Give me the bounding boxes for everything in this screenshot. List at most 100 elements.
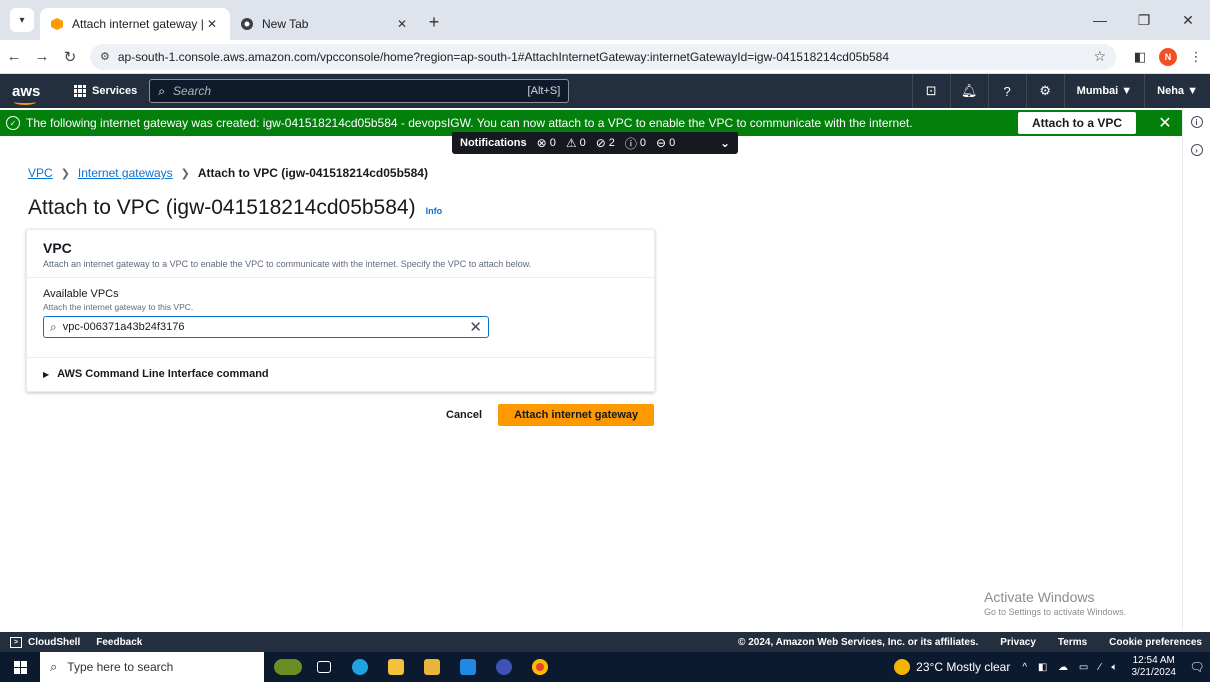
privacy-link[interactable]: Privacy [1000, 637, 1036, 648]
clear-input-icon[interactable]: ✕ [469, 318, 482, 336]
dismiss-flash-close-icon[interactable]: ✕ [1154, 113, 1176, 133]
tray-icons[interactable]: ^ ◧ ☁ ▭ ∕ 🔈︎ [1022, 662, 1121, 673]
clock[interactable]: 12:54 AM 3/21/2024 [1132, 655, 1177, 679]
notifications-bell-icon[interactable]: 🔔︎ [949, 74, 988, 108]
vpc-autosuggest-input[interactable]: ⌕ vpc-006371a43b24f3176 ✕ [43, 316, 489, 338]
aws-logo[interactable]: aws [12, 83, 60, 105]
feedback-link[interactable]: Feedback [96, 637, 142, 648]
region-selector[interactable]: Mumbai ▼ [1063, 74, 1145, 108]
cancel-button[interactable]: Cancel [430, 409, 498, 421]
cookie-preferences-link[interactable]: Cookie preferences [1109, 637, 1202, 648]
form-actions: Cancel Attach internet gateway [430, 404, 655, 426]
aws-top-nav: aws Services ⌕ Search [Alt+S] ⊡ 🔔︎ ? ⚙ M… [0, 74, 1210, 108]
notifications-label: Notifications [460, 137, 527, 149]
chevron-right-icon: ❯ [180, 167, 190, 180]
warning-count-value: 0 [579, 137, 586, 149]
file-explorer-icon[interactable] [378, 652, 414, 682]
weather-widget[interactable]: 23°C Mostly clear [894, 659, 1010, 675]
tab-title: New Tab [262, 17, 309, 31]
tab-search-chevron-icon[interactable]: ▾ [10, 8, 34, 32]
app-icon[interactable] [486, 652, 522, 682]
chrome-icon[interactable] [522, 652, 558, 682]
tab-title: Attach internet gateway | VPC M [72, 17, 204, 31]
url-input[interactable]: ⚙ ap-south-1.console.aws.amazon.com/vpcc… [90, 43, 1116, 70]
info-panel-icon[interactable]: i [1190, 116, 1203, 128]
flash-message: The following internet gateway was creat… [26, 116, 913, 130]
taskbar-search-placeholder: Type here to search [67, 660, 174, 674]
forward-arrow-icon[interactable]: → [28, 48, 56, 65]
tab-close-icon[interactable]: ✕ [394, 17, 410, 31]
right-utility-rail: i › [1182, 108, 1210, 630]
help-icon[interactable]: ? [987, 74, 1026, 108]
breadcrumb: VPC ❯ Internet gateways ❯ Attach to VPC … [28, 166, 428, 180]
vpc-description: Attach an internet gateway to a VPC to e… [43, 259, 532, 269]
action-center-icon[interactable]: 🗨︎ [1184, 660, 1210, 674]
new-tab-plus-icon[interactable]: + [422, 10, 446, 34]
search-icon: ⌕ [158, 83, 165, 98]
weather-sun-icon [894, 659, 911, 675]
nav-right-group: ⊡ 🔔︎ ? ⚙ Mumbai ▼ Neha ▼ [911, 74, 1210, 108]
divider [27, 357, 654, 358]
bookmark-star-icon[interactable]: ☆ [1093, 48, 1106, 65]
breadcrumb-internet-gateways-link[interactable]: Internet gateways [78, 166, 173, 180]
cloudshell-label: CloudShell [28, 636, 81, 648]
microsoft-store-icon[interactable] [414, 652, 450, 682]
vpc-heading: VPC [43, 240, 72, 256]
info-link[interactable]: Info [426, 206, 443, 216]
breadcrumb-vpc-link[interactable]: VPC [28, 166, 53, 180]
mail-icon[interactable] [450, 652, 486, 682]
cloudshell-button[interactable]: > CloudShell [10, 636, 81, 648]
clock-date: 3/21/2024 [1131, 667, 1177, 678]
browser-tab-strip: ▾ Attach internet gateway | VPC M ✕ New … [0, 0, 1210, 40]
attach-internet-gateway-button[interactable]: Attach internet gateway [498, 404, 655, 426]
aws-search-input[interactable]: ⌕ Search [Alt+S] [149, 79, 570, 103]
address-bar-row: ← → ↻ ⚙ ap-south-1.console.aws.amazon.co… [0, 40, 1210, 74]
cloudshell-icon[interactable]: ⊡ [911, 74, 950, 108]
warning-icon: ⚠ [565, 136, 577, 150]
watermark-line2: Go to Settings to activate Windows. [984, 607, 1127, 617]
available-vpcs-description: Attach the internet gateway to this VPC. [43, 302, 194, 312]
settings-gear-icon[interactable]: ⚙ [1025, 74, 1064, 108]
tab-new-tab[interactable]: New Tab ✕ [230, 8, 420, 40]
cli-command-label: AWS Command Line Interface command [57, 368, 269, 380]
terms-link[interactable]: Terms [1058, 637, 1087, 648]
site-info-icon[interactable]: ⚙ [100, 50, 110, 63]
expand-notifications-chevron-icon[interactable]: ⌄ [720, 136, 730, 150]
back-arrow-icon[interactable]: ← [0, 48, 28, 65]
task-view-icon[interactable] [306, 652, 342, 682]
side-panel-icon[interactable]: ◧ [1126, 49, 1154, 65]
cli-command-expander[interactable]: ▶ AWS Command Line Interface command [43, 368, 269, 380]
error-count-value: 0 [549, 137, 556, 149]
vpc-container-header: VPC Attach an internet gateway to a VPC … [27, 230, 654, 278]
page-title-text: Attach to VPC (igw-041518214cd05b584) [28, 196, 416, 219]
minimize-icon[interactable]: — [1078, 0, 1122, 40]
windows-start-icon[interactable] [0, 660, 40, 674]
browser-menu-icon[interactable]: ⋮ [1182, 49, 1210, 65]
notifications-bar[interactable]: Notifications ⊗ 0 ⚠ 0 ⊘ 2 ⓘ 0 ⊖ 0 ⌄ [452, 132, 738, 154]
close-window-icon[interactable]: ✕ [1166, 0, 1210, 40]
tutorial-panel-icon[interactable]: › [1190, 144, 1203, 156]
info-count: ⓘ 0 [625, 135, 646, 152]
clock-time: 12:54 AM [1132, 655, 1175, 666]
success-count-value: 2 [608, 137, 615, 149]
services-button[interactable]: Services [74, 85, 137, 97]
restore-icon[interactable]: ❐ [1122, 0, 1166, 40]
search-shortcut-hint: [Alt+S] [527, 85, 561, 97]
reload-icon[interactable]: ↻ [56, 48, 84, 66]
tab-close-icon[interactable]: ✕ [204, 17, 220, 31]
weather-text: 23°C Mostly clear [916, 660, 1011, 674]
pending-count: ⊖ 0 [656, 136, 675, 150]
profile-avatar[interactable]: N [1159, 47, 1177, 66]
available-vpcs-label: Available VPCs [43, 288, 119, 300]
news-widget-icon[interactable] [270, 652, 306, 682]
search-icon: ⌕ [50, 319, 57, 334]
url-text: ap-south-1.console.aws.amazon.com/vpccon… [117, 49, 890, 64]
taskbar-search-input[interactable]: ⌕ Type here to search [40, 652, 264, 682]
copyright-text: © 2024, Amazon Web Services, Inc. or its… [738, 636, 979, 648]
tab-attach-internet-gateway[interactable]: Attach internet gateway | VPC M ✕ [40, 8, 230, 40]
attach-to-vpc-button[interactable]: Attach to a VPC [1017, 112, 1136, 134]
account-menu[interactable]: Neha ▼ [1144, 74, 1210, 108]
edge-browser-icon[interactable] [342, 652, 378, 682]
profile-wrapper: N [1154, 47, 1182, 66]
success-check-icon: ✓ [6, 116, 20, 130]
